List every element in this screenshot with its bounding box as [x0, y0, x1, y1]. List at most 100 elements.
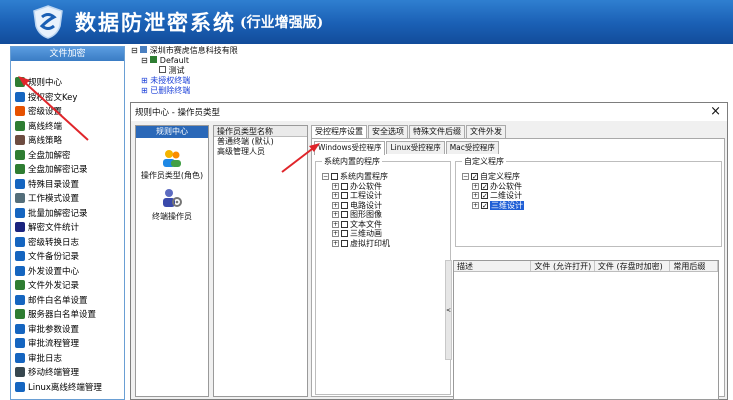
- sidebar-item-label: 规则中心: [28, 78, 63, 89]
- type-row-normal[interactable]: 普通终端 (默认): [214, 137, 307, 147]
- sidebar-item[interactable]: 密级转换日志: [11, 235, 124, 250]
- expand-icon[interactable]: +: [332, 201, 339, 209]
- mode-icon: [15, 193, 25, 204]
- sidebar-item[interactable]: 审批参数设置: [11, 322, 124, 337]
- expand-icon[interactable]: +: [332, 192, 339, 200]
- type-table-header[interactable]: 操作员类型名称: [214, 126, 307, 137]
- tree-node-unauthorized[interactable]: ⊞ 未授权终端: [131, 76, 251, 86]
- sidebar-item[interactable]: 邮件白名单设置: [11, 293, 124, 308]
- builtin-program-node[interactable]: + 办公软件: [322, 182, 390, 192]
- col-description[interactable]: 描述: [454, 261, 532, 271]
- sidebar-item[interactable]: 离线终端: [11, 119, 124, 134]
- sidebar-item[interactable]: 移动终端管理: [11, 365, 124, 380]
- col-common-suffix[interactable]: 常用后缀: [670, 261, 718, 271]
- sidebar-item[interactable]: 审批流程管理: [11, 336, 124, 351]
- sidebar-heading[interactable]: 文件加密: [11, 47, 124, 61]
- sidebar-item[interactable]: 工作模式设置: [11, 191, 124, 206]
- tab-security-options[interactable]: 安全选项: [368, 125, 408, 138]
- tab-windows[interactable]: Windows受控程序: [314, 141, 386, 155]
- checkbox[interactable]: [341, 220, 348, 228]
- builtin-program-node[interactable]: + 工程设计: [322, 191, 390, 201]
- sidebar-item[interactable]: 审批日志: [11, 351, 124, 366]
- sidebar-item[interactable]: 离线策略: [11, 133, 124, 148]
- panel-splitter[interactable]: <: [445, 260, 452, 360]
- sidebar-item-label: 离线策略: [28, 136, 63, 147]
- checkbox[interactable]: [341, 230, 348, 238]
- tab-file-outbound[interactable]: 文件外发: [466, 125, 506, 138]
- builtin-root[interactable]: − 系统内置程序: [322, 172, 390, 182]
- sidebar-item[interactable]: 全盘加解密: [11, 148, 124, 163]
- expand-icon[interactable]: +: [332, 220, 339, 228]
- sidebar-item[interactable]: 解密文件统计: [11, 220, 124, 235]
- expand-icon[interactable]: +: [332, 182, 339, 190]
- node-label: 办公软件: [490, 181, 522, 191]
- expand-icon[interactable]: +: [332, 211, 339, 219]
- checkbox[interactable]: [341, 201, 348, 209]
- sidebar-item[interactable]: 密级设置: [11, 104, 124, 119]
- custom-program-node[interactable]: + ✓ 二维设计: [462, 191, 524, 201]
- collapse-icon[interactable]: −: [462, 173, 469, 181]
- send-log-icon: [15, 280, 25, 291]
- tab-controlled-programs[interactable]: 受控程序设置: [311, 125, 367, 139]
- tab-special-suffix[interactable]: 特殊文件后缀: [409, 125, 465, 138]
- sidebar-item[interactable]: 授权密文Key: [11, 90, 124, 105]
- sidebar-item[interactable]: 外发设置中心: [11, 264, 124, 279]
- server-icon: [15, 309, 25, 320]
- type-row-senior[interactable]: 高级管理人员: [214, 147, 307, 157]
- col-encrypt-save[interactable]: 文件 (存盘时加密): [595, 261, 671, 271]
- custom-program-node[interactable]: + ✓ 办公软件: [462, 182, 524, 192]
- expand-icon[interactable]: +: [332, 239, 339, 247]
- close-icon[interactable]: ×: [710, 104, 721, 119]
- checkbox[interactable]: [341, 192, 348, 200]
- checkbox[interactable]: [341, 182, 348, 190]
- sidebar-item-label: 文件备份记录: [28, 252, 80, 263]
- tab-linux[interactable]: Linux受控程序: [386, 141, 445, 154]
- sidebar-item[interactable]: 文件外发记录: [11, 278, 124, 293]
- expand-icon[interactable]: +: [472, 201, 479, 209]
- builtin-program-node[interactable]: + 图形图像: [322, 210, 390, 220]
- sidebar-item-label: 邮件白名单设置: [28, 295, 88, 306]
- checkbox-checked[interactable]: ✓: [471, 173, 478, 181]
- sidebar-item[interactable]: 文件备份记录: [11, 249, 124, 264]
- sidebar-item[interactable]: Linux离线终端管理: [11, 380, 124, 395]
- dialog-titlebar[interactable]: 规则中心 - 操作员类型 ×: [131, 103, 727, 121]
- sidebar-item[interactable]: 规则中心: [11, 75, 124, 90]
- role-types-button[interactable]: 操作员类型(角色): [136, 148, 208, 181]
- mail-icon: [15, 294, 25, 305]
- custom-root[interactable]: − ✓ 自定义程序: [462, 172, 524, 182]
- rule-center-panel: 规则中心 操作员类型(角色) 终端操作员: [135, 125, 209, 397]
- mobile-icon: [15, 367, 25, 378]
- tree-node-test[interactable]: 测试: [131, 66, 251, 76]
- key-icon: [15, 91, 25, 102]
- tree-node-company[interactable]: ⊟ 深圳市赛虎信息科技有限: [131, 46, 251, 56]
- sidebar-item-label: 解密文件统计: [28, 223, 80, 234]
- expand-icon[interactable]: +: [472, 182, 479, 190]
- checkbox[interactable]: [331, 173, 338, 181]
- custom-program-node[interactable]: + ✓ 三维设计: [462, 200, 524, 210]
- checkbox-checked[interactable]: ✓: [481, 201, 488, 209]
- builtin-program-node[interactable]: + 电路设计: [322, 201, 390, 211]
- tree-node-default[interactable]: ⊟ Default: [131, 56, 251, 66]
- builtin-program-node[interactable]: + 文本文件: [322, 220, 390, 230]
- sidebar-item[interactable]: 特殊目录设置: [11, 177, 124, 192]
- expand-icon[interactable]: +: [472, 192, 479, 200]
- sidebar-item-label: 外发设置中心: [28, 266, 80, 277]
- builtin-program-node[interactable]: + 虚拟打印机: [322, 239, 390, 249]
- tab-mac[interactable]: Mac受控程序: [445, 141, 499, 154]
- operators-label: 终端操作员: [152, 212, 192, 221]
- checkbox[interactable]: [341, 211, 348, 219]
- collapse-icon[interactable]: −: [322, 173, 329, 181]
- sidebar-item[interactable]: 批量加解密记录: [11, 206, 124, 221]
- checkbox-checked[interactable]: ✓: [481, 182, 488, 190]
- expand-icon[interactable]: +: [332, 230, 339, 238]
- operators-button[interactable]: 终端操作员: [136, 187, 208, 222]
- builtin-program-node[interactable]: + 三维动画: [322, 229, 390, 239]
- sidebar-item-label: 授权密文Key: [28, 92, 78, 103]
- users-icon: [163, 150, 181, 167]
- sidebar-item[interactable]: 服务器白名单设置: [11, 307, 124, 322]
- col-allow-open[interactable]: 文件 (允许打开): [531, 261, 595, 271]
- checkbox-checked[interactable]: ✓: [481, 192, 488, 200]
- tree-node-deleted[interactable]: ⊞ 已删除终端: [131, 86, 251, 96]
- checkbox[interactable]: [341, 239, 348, 247]
- sidebar-item[interactable]: 全盘加解密记录: [11, 162, 124, 177]
